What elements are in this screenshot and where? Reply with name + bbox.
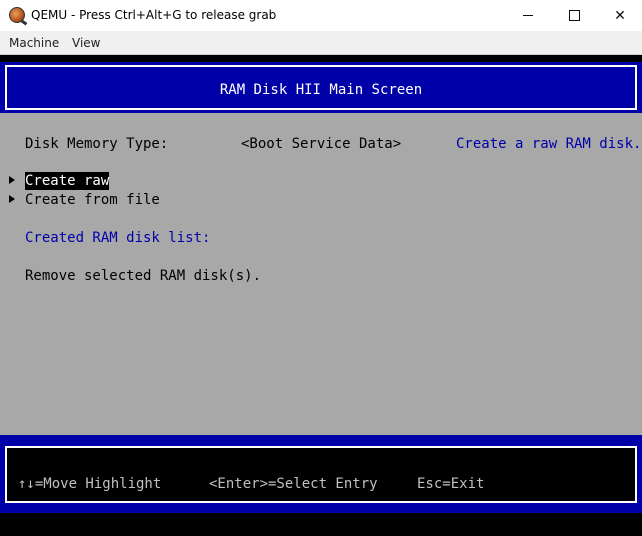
- disk-memory-type-select[interactable]: <Boot Service Data>: [241, 135, 401, 153]
- close-button[interactable]: ✕: [597, 0, 642, 31]
- hint-select-entry: <Enter>=Select Entry: [209, 476, 378, 492]
- minimize-icon: [523, 15, 533, 16]
- help-text: Create a raw RAM disk.: [456, 136, 642, 152]
- window-title: QEMU - Press Ctrl+Alt+G to release grab: [31, 8, 277, 22]
- menubar: Machine View: [0, 31, 642, 55]
- close-icon: ✕: [614, 7, 626, 24]
- maximize-icon: [568, 10, 580, 21]
- remove-ram-disk-option[interactable]: Remove selected RAM disk(s).: [25, 267, 261, 285]
- option-create-from-file[interactable]: Create from file: [25, 191, 160, 209]
- header-frame: RAM Disk HII Main Screen: [5, 65, 637, 110]
- maximize-button[interactable]: [551, 0, 597, 31]
- disk-memory-type-label: Disk Memory Type:: [25, 136, 169, 152]
- triangle-right-icon: [9, 195, 15, 203]
- triangle-right-icon: [9, 176, 15, 184]
- header-panel: RAM Disk HII Main Screen: [0, 62, 642, 113]
- window-titlebar: QEMU - Press Ctrl+Alt+G to release grab …: [0, 0, 642, 31]
- page-title: RAM Disk HII Main Screen: [219, 82, 423, 98]
- ram-disk-list-label: Created RAM disk list:: [25, 230, 211, 246]
- minimize-button[interactable]: [505, 0, 551, 31]
- menu-machine[interactable]: Machine: [9, 36, 59, 50]
- menu-view[interactable]: View: [72, 36, 100, 50]
- footer-frame: [5, 446, 637, 503]
- hint-exit: Esc=Exit: [417, 476, 485, 492]
- hint-move-highlight: ↑↓=Move Highlight: [18, 476, 162, 492]
- footer-panel: [0, 435, 642, 513]
- option-create-raw[interactable]: Create raw: [25, 172, 110, 190]
- guest-screen[interactable]: RAM Disk HII Main Screen Disk Memory Typ…: [0, 55, 642, 536]
- qemu-app-icon: [9, 7, 25, 23]
